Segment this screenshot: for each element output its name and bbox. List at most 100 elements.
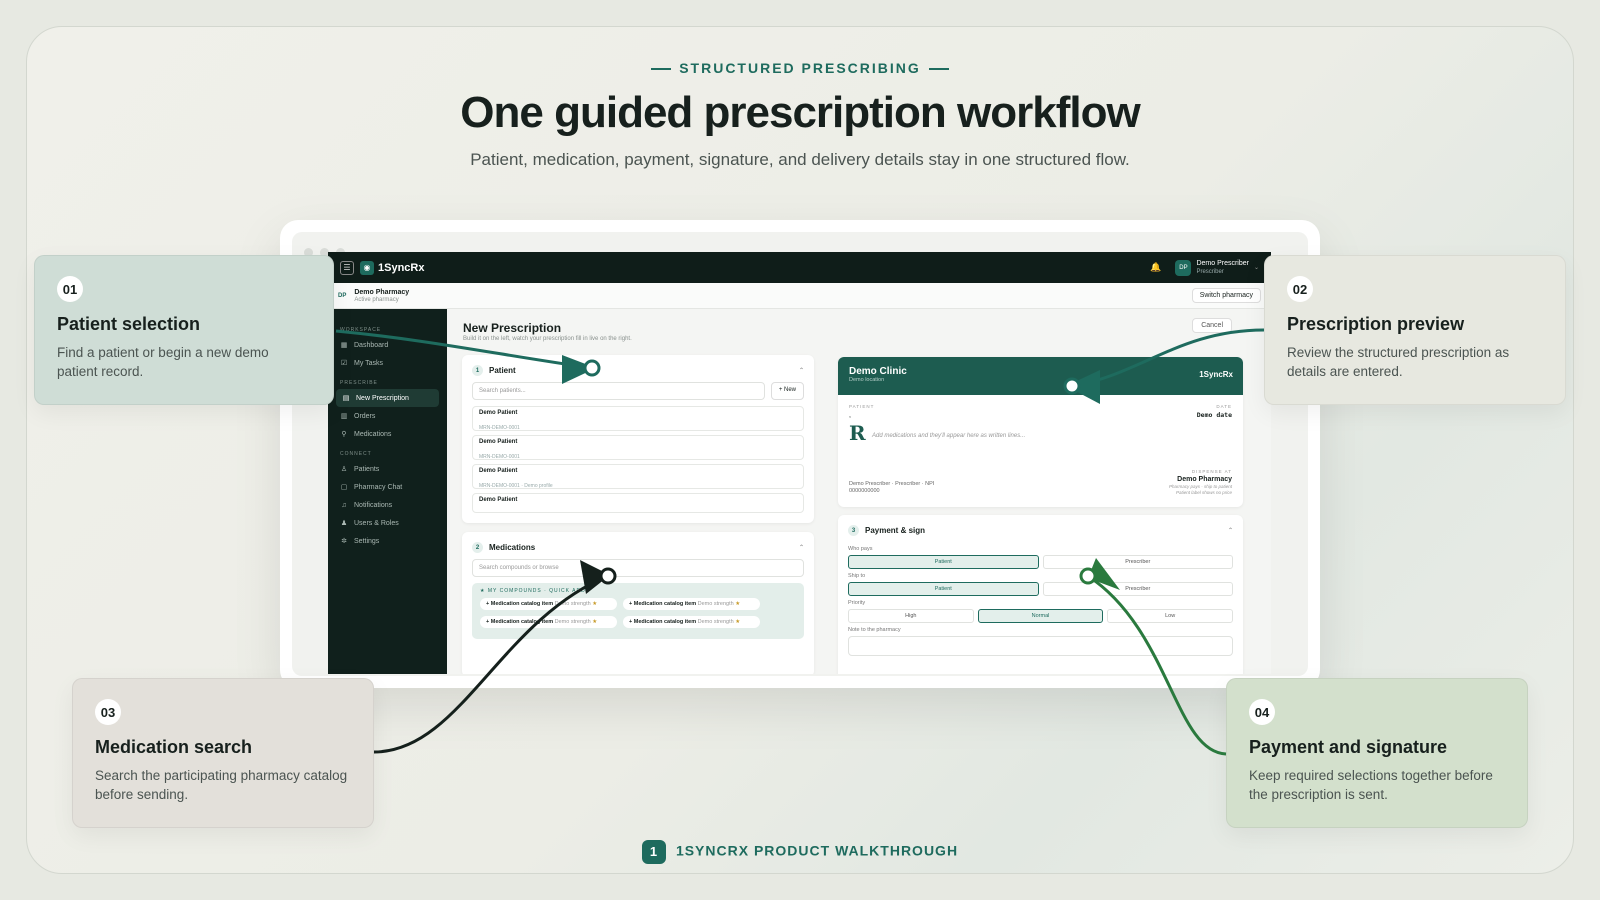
star-icon: ★ [592, 601, 598, 607]
callout-description: Find a patient or begin a new demo patie… [57, 345, 269, 379]
gear-icon: ✲ [341, 538, 347, 545]
prescription-title: New Prescription [463, 321, 562, 335]
bell-icon: ♫ [341, 501, 347, 509]
sidebar-item-pharmacy-chat[interactable]: ▢ Pharmacy Chat [328, 478, 447, 496]
user-name: Demo Prescriber [1196, 259, 1249, 267]
bell-icon[interactable]: 🔔 [1150, 262, 1161, 273]
callout-title: Patient selection [57, 314, 201, 334]
step-number: 2 [472, 542, 483, 553]
note-textarea[interactable] [848, 636, 1233, 656]
option-patient[interactable]: Patient [848, 555, 1039, 569]
patient-value: , [849, 412, 851, 419]
option-prescriber[interactable]: Prescriber [1042, 555, 1233, 569]
sidebar-section-label: CONNECT [340, 451, 372, 457]
app-topbar: ☰ ◉ 1SyncRx 🔔 DP Demo Prescriber Prescrib… [328, 252, 1271, 283]
eyebrow: STRUCTURED PRESCRIBING [0, 60, 1600, 76]
sidebar-item-notifications[interactable]: ♫ Notifications [328, 496, 447, 514]
user-menu[interactable]: DP Demo Prescriber Prescriber ⌄ [1175, 259, 1259, 276]
pharmacy-avatar: DP [338, 292, 347, 299]
note-label: Note to the pharmacy [848, 627, 901, 633]
app-screen: ☰ ◉ 1SyncRx 🔔 DP Demo Prescriber Prescrib… [328, 252, 1271, 674]
step-number: 1 [472, 365, 483, 376]
sidebar: WORKSPACE ▦ Dashboard ☑ My Tasks PRESCRIBE… [328, 309, 447, 674]
card-title: Medications [489, 543, 536, 552]
dispense-label: DISPENSE AT [1191, 469, 1232, 474]
rx-symbol: R [849, 421, 866, 445]
callout-medication-search: 03 Medication search Search the particip… [72, 678, 374, 828]
patient-list: Demo Patient MRN-DEMO-0001 Demo Patient MR… [472, 406, 804, 513]
star-icon: ★ [735, 601, 741, 607]
npi-value: 0000000000 [849, 488, 880, 494]
clinic-location: Demo location [849, 377, 885, 383]
list-item[interactable]: Demo PatientMRN-DEMO-0001 · Demo profile [472, 464, 804, 489]
pharmacy-name: Demo Pharmacy [354, 288, 410, 296]
menu-icon[interactable]: ☰ [340, 260, 354, 275]
medication-search-input[interactable]: Search compounds or browse [472, 559, 804, 577]
new-patient-button[interactable]: + New [770, 382, 804, 400]
chevron-up-icon[interactable]: ⌃ [799, 544, 804, 551]
prescription-subtitle: Build it on the left, watch your prescri… [463, 336, 632, 342]
sidebar-item-dashboard[interactable]: ▦ Dashboard [328, 336, 447, 354]
chevron-up-icon[interactable]: ⌃ [799, 367, 804, 374]
card-title: Patient [489, 366, 516, 375]
sidebar-item-users-roles[interactable]: ♟ Users & Roles [328, 514, 447, 532]
dispense-note: Pharmacy pays · ship to patient [1168, 484, 1232, 489]
ship-to-toggle: Patient Prescriber [848, 582, 1233, 596]
priority-label: Priority [848, 600, 866, 606]
payment-card: 3 Payment & sign ⌃ Who pays Patient Prescr… [838, 515, 1243, 674]
option-normal[interactable]: Normal [977, 609, 1104, 623]
patient-card: 1 Patient ⌃ Search patients... + New Demo … [462, 355, 814, 523]
star-icon: ★ [592, 619, 598, 625]
patient-search-input[interactable]: Search patients... [472, 382, 765, 400]
dispense-note: Patient label shows no price [1175, 490, 1232, 495]
sidebar-item-patients[interactable]: ♙ Patients [328, 460, 447, 478]
option-high[interactable]: High [848, 609, 974, 623]
option-prescriber[interactable]: Prescriber [1042, 582, 1233, 596]
sidebar-item-settings[interactable]: ✲ Settings [328, 532, 447, 550]
patient-label: PATIENT [849, 404, 875, 409]
footer: 1 1SYNCRX PRODUCT WALKTHROUGH [0, 840, 1600, 864]
callout-patient-selection: 01 Patient selection Find a patient or b… [34, 255, 334, 405]
browser-window: ☰ ◉ 1SyncRx 🔔 DP Demo Prescriber Prescrib… [280, 220, 1320, 688]
chat-icon: ▢ [340, 484, 348, 491]
callout-description: Search the participating pharmacy catalo… [95, 768, 348, 802]
option-patient[interactable]: Patient [848, 582, 1039, 596]
sidebar-item-my-tasks[interactable]: ☑ My Tasks [328, 354, 447, 372]
card-title: Payment & sign [865, 526, 926, 535]
callout-title: Medication search [95, 737, 253, 757]
medication-chip[interactable]: + Medication catalog item Demo strength … [623, 616, 760, 628]
prescription-preview-card: Demo Clinic Demo location 1SyncRx PATIEN… [838, 357, 1243, 507]
sidebar-section-label: PRESCRIBE [340, 380, 378, 386]
main-content: New Prescription Build it on the left, w… [460, 318, 1260, 674]
sidebar-item-orders[interactable]: ▥ Orders [328, 407, 447, 425]
pill-icon: ⚲ [341, 431, 347, 438]
star-icon: ★ [735, 619, 741, 625]
medication-chip[interactable]: + Medication catalog item Demo strength … [480, 598, 617, 610]
page-title: One guided prescription workflow [460, 88, 1140, 137]
pharmacy-status: Active pharmacy [354, 296, 399, 303]
list-item[interactable]: Demo PatientMRN-DEMO-0001 · Demo profile [472, 493, 804, 513]
compounds-label: ★ MY COMPOUNDS · QUICK ADD [480, 588, 586, 594]
medication-chip[interactable]: + Medication catalog item Demo strength … [480, 616, 617, 628]
chevron-up-icon[interactable]: ⌃ [1228, 527, 1233, 534]
callout-payment-signature: 04 Payment and signature Keep required s… [1226, 678, 1528, 828]
date-value: Demo date [1196, 411, 1232, 419]
list-item[interactable]: Demo Patient MRN-DEMO-0001 [472, 406, 804, 431]
cancel-button[interactable]: Cancel [1192, 318, 1232, 333]
footer-badge: 1 [641, 840, 666, 864]
users-icon: ♟ [340, 520, 348, 527]
sidebar-item-new-prescription[interactable]: ▤ New Prescription [336, 389, 439, 407]
date-label: DATE [1216, 404, 1232, 409]
callout-number: 04 [1249, 699, 1275, 725]
dispense-value: Demo Pharmacy [1177, 476, 1232, 483]
orders-icon: ▥ [340, 413, 348, 420]
switch-pharmacy-button[interactable]: Switch pharmacy [1191, 288, 1261, 303]
brand-logo-icon: ◉ [360, 260, 374, 275]
sidebar-item-medications[interactable]: ⚲ Medications [328, 425, 447, 443]
dashboard-icon: ▦ [340, 342, 348, 349]
page-subtitle: Patient, medication, payment, signature,… [470, 150, 1130, 169]
medication-chip[interactable]: + Medication catalog item Demo strength … [623, 598, 760, 610]
option-low[interactable]: Low [1107, 609, 1234, 623]
tasks-icon: ☑ [340, 360, 348, 367]
list-item[interactable]: Demo Patient MRN-DEMO-0001 [472, 435, 804, 460]
